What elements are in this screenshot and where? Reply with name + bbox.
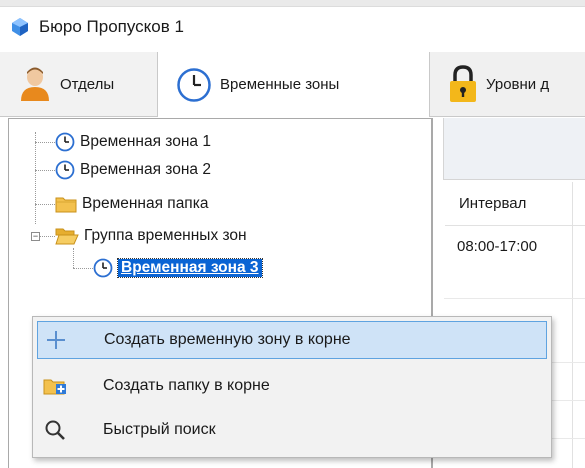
tree-line (73, 268, 93, 269)
row-divider (444, 298, 585, 299)
tree-item-label: Группа временных зон (84, 227, 247, 244)
column-header-label: Интервал (459, 195, 527, 212)
tree-item[interactable]: Временная папка (55, 193, 208, 215)
window-title-bar: Бюро Пропусков 1 (10, 16, 184, 38)
tab-label: Временные зоны (220, 76, 340, 93)
tree-item[interactable]: Группа временных зон (55, 225, 247, 247)
diamond-icon (12, 18, 28, 36)
window-title: Бюро Пропусков 1 (39, 17, 184, 36)
interval-panel-header (443, 118, 585, 180)
menu-item-label: Создать папку в корне (103, 377, 270, 394)
tree-line (35, 170, 55, 171)
menu-item-label: Быстрый поиск (103, 421, 216, 438)
magnifier-icon (43, 418, 67, 442)
context-menu: Создать временную зону в корне Создать п… (32, 316, 552, 458)
tab-label: Отделы (60, 75, 115, 93)
tree-item-label: Временная зона 1 (80, 133, 211, 150)
lock-icon (450, 65, 476, 102)
menu-item-create-time-zone[interactable]: Создать временную зону в корне (37, 321, 547, 359)
clock-icon (93, 258, 113, 278)
tree-line (35, 204, 55, 205)
menu-item-label: Создать временную зону в корне (104, 331, 351, 348)
tree-item[interactable]: Временная зона 2 (55, 159, 211, 181)
tab-bar: Отделы Временные зоны Уровни д (0, 52, 585, 117)
tree-line (35, 132, 36, 224)
interval-column-header[interactable]: Интервал (445, 182, 585, 226)
clock-icon (177, 67, 211, 102)
person-icon (21, 67, 49, 101)
tab-access-levels[interactable]: Уровни д (430, 52, 585, 116)
tree-item-selected[interactable]: Временная зона 3 (93, 257, 263, 279)
column-divider (572, 182, 573, 468)
tree-item-label: Временная зона 3 (117, 258, 263, 278)
collapse-toggle[interactable]: − (31, 232, 40, 241)
tree-line (35, 142, 55, 143)
tree-item-label: Временная зона 2 (80, 161, 211, 178)
tree-line (40, 236, 55, 237)
tab-label: Уровни д (486, 75, 550, 93)
plus-icon (44, 328, 68, 352)
tree-line (73, 248, 74, 268)
clock-icon (55, 132, 75, 152)
folder-add-icon (43, 374, 67, 398)
folder-open-icon (55, 228, 79, 245)
tree-item-label: Временная папка (82, 195, 209, 212)
tab-departments[interactable]: Отделы (0, 52, 158, 116)
tree-item[interactable]: Временная зона 1 (55, 131, 211, 153)
interval-cell[interactable]: 08:00-17:00 (457, 238, 537, 255)
menu-item-create-folder[interactable]: Создать папку в корне (37, 367, 547, 405)
menu-item-quick-search[interactable]: Быстрый поиск (37, 411, 547, 449)
clock-icon (55, 160, 75, 180)
tab-time-zones[interactable]: Временные зоны (158, 52, 430, 117)
window-top-edge (0, 0, 585, 7)
folder-icon (55, 197, 77, 213)
